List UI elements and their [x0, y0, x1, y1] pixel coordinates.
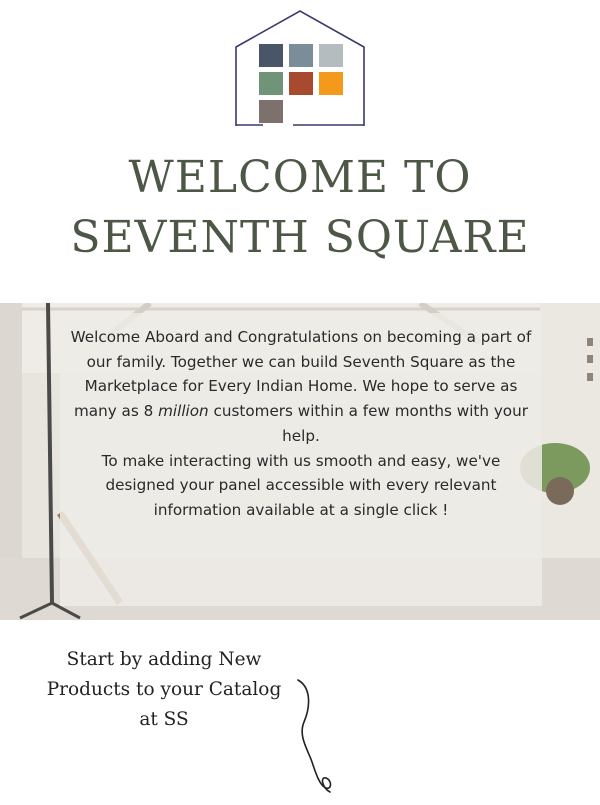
title-line-2: SEVENTH SQUARE: [70, 212, 530, 263]
intro-emphasis: million: [158, 402, 209, 421]
title-line-1: WELCOME TO: [128, 152, 472, 203]
house-logo-icon: [235, 10, 365, 126]
intro-text: Welcome Aboard and Congratulations on be…: [68, 325, 534, 523]
curly-arrow-down-icon: [297, 679, 332, 793]
cta-line-1: Start by adding New: [66, 649, 262, 670]
intro-paragraph-1: Welcome Aboard and Congratulations on be…: [70, 328, 532, 445]
page-title: WELCOME TO SEVENTH SQUARE: [0, 148, 600, 268]
cta-text: Start by adding New Products to your Cat…: [30, 645, 298, 735]
intro-paragraph-2: To make interacting with us smooth and e…: [101, 451, 501, 519]
cta-line-2: Products to your Catalog: [46, 679, 282, 700]
cta-line-3: at SS: [139, 709, 189, 730]
